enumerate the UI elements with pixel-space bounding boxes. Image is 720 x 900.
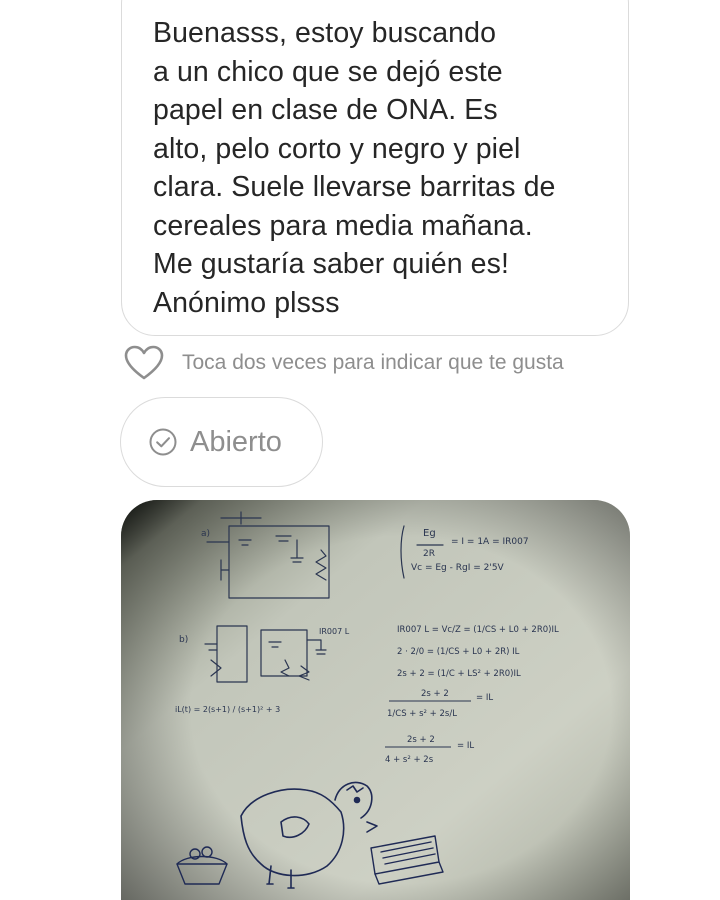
- message-text: Buenasss, estoy buscando a un chico que …: [153, 17, 556, 319]
- eq-line-7: 2s + 2 = (1/C + LS² + 2R0)IL: [397, 669, 521, 679]
- like-row[interactable]: Toca dos veces para indicar que te gusta: [124, 343, 684, 383]
- eq-line-11: 2s + 2: [407, 735, 435, 745]
- eq-line-12: 4 + s² + 2s: [385, 755, 434, 765]
- eq-line-8: 2s + 2: [421, 689, 449, 699]
- eq-line-1: Eg: [423, 528, 436, 539]
- eq-line-4: Vc = Eg - RgI = 2'5V: [411, 563, 505, 573]
- story-reply-view: Buenasss, estoy buscando a un chico que …: [0, 0, 720, 900]
- note-label-b: b): [179, 635, 188, 645]
- eq-line-2: 2R: [423, 549, 435, 559]
- eq-line-13: = IL: [457, 741, 474, 751]
- eq-line-5: IR007 L = Vc/Z = (1/CS + L0 + 2R0)IL: [397, 625, 559, 635]
- shared-photo[interactable]: a) Eg 2R = I = 1A = IR007 Vc = Eg - RgI …: [121, 500, 630, 900]
- notes-photo-image: a) Eg 2R = I = 1A = IR007 Vc = Eg - RgI …: [121, 500, 630, 900]
- check-circle-icon: [148, 427, 178, 457]
- eq-line-6: 2 · 2/0 = (1/CS + L0 + 2R) IL: [397, 647, 520, 657]
- eq-line-14: iL(t) = 2(s+1) / (s+1)² + 3: [175, 705, 280, 714]
- status-label: Abierto: [190, 425, 282, 458]
- note-label-ir: IR007 L: [319, 627, 350, 636]
- like-hint-text: Toca dos veces para indicar que te gusta: [182, 351, 564, 374]
- open-status-button[interactable]: Abierto: [120, 397, 323, 487]
- eq-line-9: 1/CS + s² + 2s/L: [387, 709, 457, 719]
- message-bubble[interactable]: Buenasss, estoy buscando a un chico que …: [121, 0, 629, 336]
- heart-outline-icon[interactable]: [124, 344, 164, 382]
- eq-line-3: = I = 1A = IR007: [451, 537, 529, 547]
- eq-line-10: = IL: [476, 693, 493, 703]
- note-label-a: a): [201, 529, 210, 539]
